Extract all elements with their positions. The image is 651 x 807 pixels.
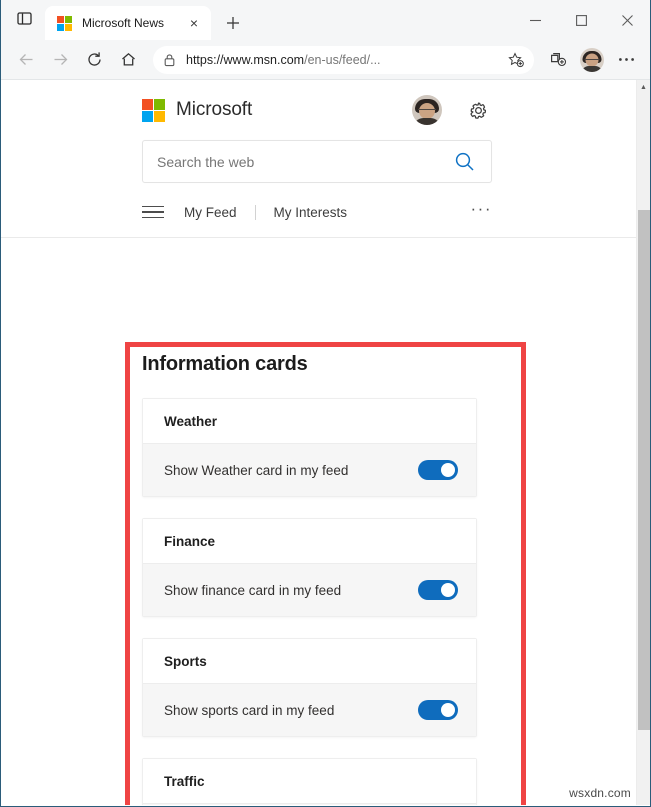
card-header: Traffic	[143, 759, 476, 804]
card-header: Finance	[143, 519, 476, 564]
refresh-icon[interactable]	[77, 45, 111, 75]
card-title: Weather	[164, 413, 218, 429]
search-placeholder: Search the web	[157, 153, 255, 170]
address-bar-url: https://www.msn.com/en-us/feed/...	[186, 53, 504, 67]
browser-window: Microsoft News × https://www.msn.com/en-…	[0, 0, 651, 807]
browser-titlebar: Microsoft News ×	[1, 0, 650, 40]
page-viewport: Microsoft Search the web My Feed My Inte…	[1, 80, 650, 805]
maximize-button[interactable]	[558, 4, 604, 36]
back-arrow-icon[interactable]	[9, 45, 43, 75]
profile-avatar-icon[interactable]	[580, 47, 604, 72]
card-header: Sports	[143, 639, 476, 684]
card-traffic: Traffic Show traffic card in my feed	[142, 758, 477, 805]
toggle-label: Show Weather card in my feed	[164, 462, 349, 478]
forward-arrow-icon[interactable]	[43, 45, 77, 75]
scrollbar-thumb[interactable]	[638, 210, 650, 730]
brand-name: Microsoft	[176, 99, 253, 120]
minimize-button[interactable]	[512, 4, 558, 36]
microsoft-logo-icon	[57, 15, 72, 31]
close-window-button[interactable]	[604, 4, 650, 36]
address-bar[interactable]: https://www.msn.com/en-us/feed/...	[153, 45, 534, 74]
information-cards-pane: Information cards Weather Show Weather c…	[142, 353, 510, 805]
msn-page-header: Microsoft Search the web My Feed My Inte…	[1, 80, 636, 238]
nav-item-my-interests[interactable]: My Interests	[274, 205, 348, 220]
card-toggle-row: Show Weather card in my feed	[143, 444, 476, 496]
microsoft-logo-icon	[142, 98, 165, 122]
gear-icon[interactable]	[464, 96, 492, 124]
toggle-label: Show finance card in my feed	[164, 582, 342, 598]
address-bar-path: /en-us/feed/...	[304, 52, 381, 67]
card-finance: Finance Show finance card in my feed	[142, 518, 477, 617]
card-toggle-row: Show sports card in my feed	[143, 684, 476, 736]
close-icon[interactable]: ×	[183, 12, 205, 34]
browser-tab[interactable]: Microsoft News ×	[45, 6, 211, 40]
browser-more-menu-button[interactable]	[610, 45, 642, 75]
card-title: Traffic	[164, 773, 205, 789]
search-icon[interactable]	[454, 151, 475, 172]
brand-row: Microsoft	[142, 80, 492, 140]
finance-card-toggle[interactable]	[418, 580, 458, 600]
card-toggle-row: Show finance card in my feed	[143, 564, 476, 616]
hamburger-menu-icon[interactable]	[142, 201, 166, 223]
feed-nav: My Feed My Interests ···	[142, 187, 492, 237]
toggle-label: Show sports card in my feed	[164, 702, 335, 718]
feed-more-menu-button[interactable]: ···	[471, 200, 492, 220]
tab-title: Microsoft News	[82, 16, 165, 30]
tab-search-icon[interactable]	[7, 0, 41, 38]
nav-separator	[254, 204, 256, 220]
vertical-scrollbar[interactable]: ▲	[636, 80, 650, 805]
nav-item-my-feed[interactable]: My Feed	[184, 205, 237, 220]
collections-icon[interactable]	[542, 45, 574, 75]
sports-card-toggle[interactable]	[418, 700, 458, 720]
address-bar-host: https://www.msn.com	[186, 52, 305, 67]
card-title: Finance	[164, 533, 216, 549]
browser-toolbar: https://www.msn.com/en-us/feed/...	[1, 40, 650, 80]
watermark: wsxdn.com	[569, 786, 631, 800]
account-avatar-icon[interactable]	[412, 95, 442, 125]
card-sports: Sports Show sports card in my feed	[142, 638, 477, 737]
search-input[interactable]: Search the web	[142, 140, 492, 183]
card-header: Weather	[143, 399, 476, 444]
card-title: Sports	[164, 653, 207, 669]
lock-icon	[163, 53, 176, 67]
page-title: Information cards	[142, 353, 308, 375]
new-tab-button[interactable]	[219, 9, 247, 37]
weather-card-toggle[interactable]	[418, 460, 458, 480]
window-controls	[512, 0, 650, 40]
card-toggle-row: Show traffic card in my feed	[143, 804, 476, 805]
settings-content: Information cards Weather Show Weather c…	[1, 333, 636, 805]
card-weather: Weather Show Weather card in my feed	[142, 398, 477, 497]
scroll-up-arrow-icon[interactable]: ▲	[637, 80, 650, 94]
home-icon[interactable]	[111, 45, 145, 75]
add-favorite-star-icon[interactable]	[504, 48, 528, 72]
